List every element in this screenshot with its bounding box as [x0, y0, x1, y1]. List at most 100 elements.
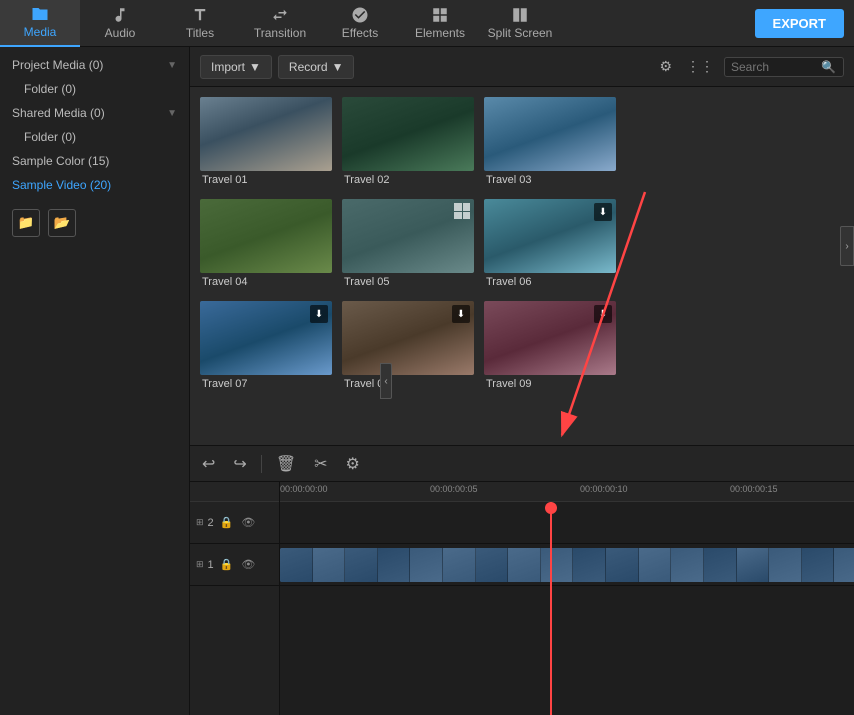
sidebar-item-sample-color[interactable]: Sample Color (15) [0, 149, 189, 173]
dropdown-arrow-icon: ▼ [249, 60, 261, 74]
timeline-content: ⊞ 2 🔒 👁 ⊞ 1 🔒 👁 0 [190, 482, 854, 715]
export-button[interactable]: EXPORT [755, 9, 844, 38]
media-label: Travel 05 [342, 273, 474, 291]
playhead[interactable] [550, 502, 552, 715]
nav-splitscreen-label: Split Screen [488, 26, 553, 40]
list-item[interactable]: Travel 03 [484, 97, 616, 189]
sidebar-item-sample-video[interactable]: Sample Video (20) [0, 173, 189, 197]
ruler-mark-3: 00:00:00:15 [730, 484, 778, 494]
media-thumbnail [342, 199, 474, 273]
clip-frame [280, 548, 313, 582]
search-box: 🔍 [724, 57, 844, 77]
clip-frame [704, 548, 737, 582]
sidebar: Project Media (0) ▼ Folder (0) Shared Me… [0, 47, 190, 715]
nav-transition-label: Transition [254, 26, 306, 40]
list-item[interactable]: Travel 04 [200, 199, 332, 291]
elements-icon [431, 6, 449, 24]
download-badge-3: ⬇ [452, 305, 470, 323]
clip-frame [378, 548, 411, 582]
track-lock-button-1[interactable]: 🔒 [218, 557, 236, 572]
media-label: Travel 07 [200, 375, 332, 393]
download-badge: ⬇ [594, 203, 612, 221]
sidebar-collapse-button[interactable]: ‹ [380, 363, 392, 399]
list-item[interactable]: ⬇ Travel 08 [342, 301, 474, 393]
ruler-mark-0: 00:00:00:00 [280, 484, 328, 494]
splitscreen-icon [511, 6, 529, 24]
nav-elements-label: Elements [415, 26, 465, 40]
clip-frame [476, 548, 509, 582]
chevron-icon-2: ▼ [167, 108, 177, 119]
media-thumbnail: ⬇ [484, 301, 616, 375]
download-badge-4: ⬇ [594, 305, 612, 323]
toolbar-icons: ⚙ ⋮⋮ 🔍 [655, 56, 844, 77]
grid-view-button[interactable]: ⋮⋮ [682, 56, 718, 77]
list-item[interactable]: Travel 05 [342, 199, 474, 291]
media-thumbnail [342, 97, 474, 171]
right-panel-collapse-button[interactable]: › [840, 226, 854, 266]
media-thumbnail: ⬇ [342, 301, 474, 375]
toolbar-separator [261, 455, 262, 473]
clip-frame [508, 548, 541, 582]
sidebar-item-folder-0b[interactable]: Folder (0) [0, 125, 189, 149]
folder-icon [31, 5, 49, 23]
content-area: Import ▼ Record ▼ ⚙ ⋮⋮ 🔍 [190, 47, 854, 445]
clip-frame [606, 548, 639, 582]
nav-splitscreen[interactable]: Split Screen [480, 0, 560, 47]
track-row-2 [280, 502, 854, 544]
video-clip-travel05[interactable]: Travel_05 [280, 548, 854, 582]
sidebar-item-project-media[interactable]: Project Media (0) ▼ [0, 53, 189, 77]
list-item[interactable]: ⬇ Travel 09 [484, 301, 616, 393]
media-thumbnail: ⬇ [484, 199, 616, 273]
track-lock-button-2[interactable]: 🔒 [218, 515, 236, 530]
playhead-indicator [545, 502, 557, 514]
grid-badge [454, 203, 470, 219]
clip-frame [410, 548, 443, 582]
top-navigation: Media Audio Titles Transition Effects El… [0, 0, 854, 47]
media-label: Travel 09 [484, 375, 616, 393]
nav-transition[interactable]: Transition [240, 0, 320, 47]
track-visibility-button-1[interactable]: 👁 [239, 557, 257, 572]
sidebar-item-folder-0a[interactable]: Folder (0) [0, 77, 189, 101]
clip-frame [313, 548, 346, 582]
nav-titles[interactable]: Titles [160, 0, 240, 47]
list-item[interactable]: Travel 01 [200, 97, 332, 189]
record-dropdown[interactable]: Record ▼ [278, 55, 355, 79]
undo-button[interactable]: ↩ [198, 452, 219, 476]
track-visibility-button-2[interactable]: 👁 [239, 515, 257, 530]
nav-media[interactable]: Media [0, 0, 80, 47]
filter-button[interactable]: ⚙ [655, 56, 676, 77]
nav-effects[interactable]: Effects [320, 0, 400, 47]
sidebar-item-shared-media[interactable]: Shared Media (0) ▼ [0, 101, 189, 125]
media-grid: Travel 01 Travel 02 Travel 03 [190, 87, 854, 445]
nav-elements[interactable]: Elements [400, 0, 480, 47]
clip-frame [345, 548, 378, 582]
media-thumbnail [200, 199, 332, 273]
timeline-area: ↩ ↪ 🗑 ✂ ⚙ ⊞ 2 🔒 👁 [190, 445, 854, 715]
adjust-button[interactable]: ⚙ [342, 452, 364, 476]
clip-frame [834, 548, 854, 582]
list-item[interactable]: ⬇ Travel 06 [484, 199, 616, 291]
audio-icon [111, 6, 129, 24]
list-item[interactable]: Travel 02 [342, 97, 474, 189]
media-row-2: Travel 04 Tr [200, 199, 844, 291]
media-label: Travel 01 [200, 171, 332, 189]
media-label: Travel 02 [342, 171, 474, 189]
search-input[interactable] [731, 60, 821, 74]
download-badge-2: ⬇ [310, 305, 328, 323]
add-media-button[interactable]: 📁 [12, 209, 40, 237]
cut-button[interactable]: ✂ [310, 452, 331, 476]
import-dropdown[interactable]: Import ▼ [200, 55, 272, 79]
media-label: Travel 06 [484, 273, 616, 291]
add-folder-button[interactable]: 📂 [48, 209, 76, 237]
main-layout: Project Media (0) ▼ Folder (0) Shared Me… [0, 47, 854, 715]
redo-button[interactable]: ↪ [229, 452, 250, 476]
timeline-ruler[interactable]: 00:00:00:00 00:00:00:05 00:00:00:10 00:0… [280, 482, 854, 502]
search-icon[interactable]: 🔍 [821, 60, 836, 74]
list-item[interactable]: ⬇ Travel 07 [200, 301, 332, 393]
timeline-tracks-label: ⊞ 2 🔒 👁 ⊞ 1 🔒 👁 [190, 482, 280, 715]
transition-icon [271, 6, 289, 24]
media-thumbnail [484, 97, 616, 171]
delete-button[interactable]: 🗑 [272, 452, 300, 476]
timeline-toolbar: ↩ ↪ 🗑 ✂ ⚙ [190, 446, 854, 482]
nav-audio[interactable]: Audio [80, 0, 160, 47]
